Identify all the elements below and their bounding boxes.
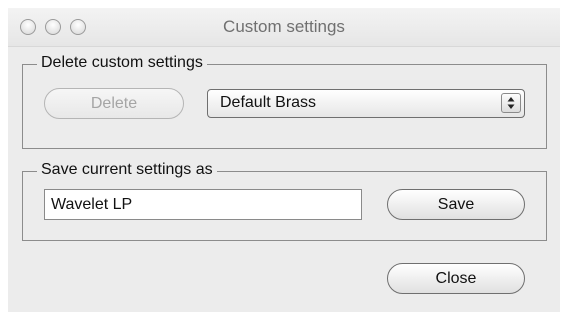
select-value: Default Brass xyxy=(220,94,317,111)
close-button[interactable]: Close xyxy=(387,263,525,294)
up-down-arrows-icon xyxy=(501,93,521,113)
custom-settings-select[interactable]: Default Brass xyxy=(207,89,525,118)
title-bar[interactable]: Custom settings xyxy=(8,8,560,47)
delete-button[interactable]: Delete xyxy=(44,88,184,119)
save-group-legend: Save current settings as xyxy=(37,160,217,180)
settings-name-field[interactable] xyxy=(44,189,362,220)
save-button[interactable]: Save xyxy=(387,189,525,220)
delete-group-legend: Delete custom settings xyxy=(37,53,207,73)
window-title: Custom settings xyxy=(223,17,345,36)
